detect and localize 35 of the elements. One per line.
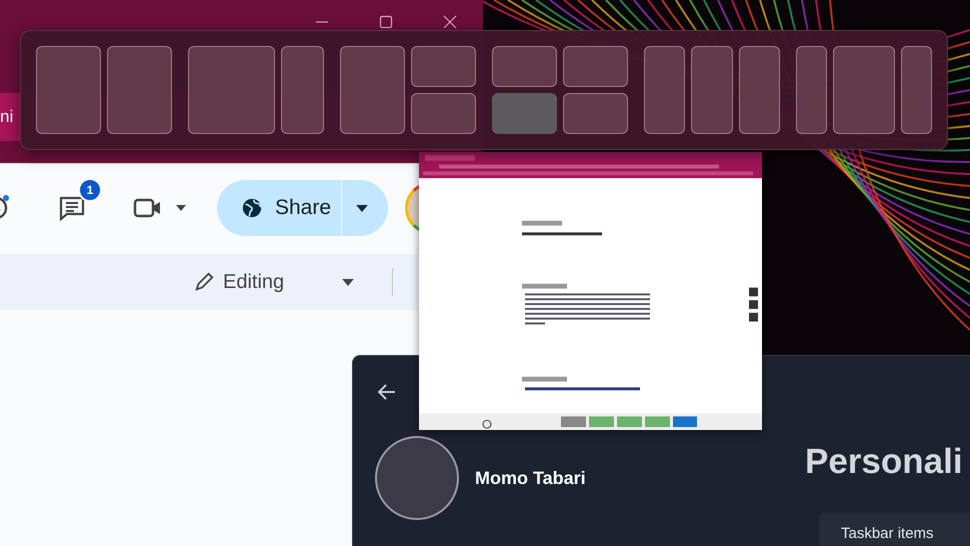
snap-zone[interactable] — [644, 46, 686, 134]
snap-zone[interactable] — [738, 46, 780, 134]
snap-zone[interactable] — [411, 46, 476, 87]
snap-zone[interactable] — [188, 46, 275, 134]
snap-zone[interactable] — [280, 46, 324, 134]
maximize-icon[interactable] — [379, 15, 393, 29]
snap-zone[interactable] — [563, 93, 628, 134]
snap-zone[interactable] — [796, 46, 827, 134]
snap-zone[interactable] — [36, 46, 101, 134]
page-title: Personali — [805, 442, 963, 482]
editing-mode-dropdown[interactable]: Editing — [223, 270, 354, 294]
comment-count-badge: 1 — [78, 178, 102, 202]
caret-icon — [356, 204, 368, 212]
globe-icon — [241, 197, 263, 219]
comment-icon[interactable] — [58, 194, 86, 222]
card-title: Taskbar items — [841, 525, 934, 542]
snap-zone[interactable] — [492, 46, 557, 87]
window-thumbnail-drawing[interactable] — [419, 152, 762, 430]
tab-title[interactable]: ni — [0, 107, 14, 127]
snap-zone[interactable] — [411, 93, 476, 134]
close-icon[interactable] — [443, 15, 457, 29]
back-arrow-icon[interactable] — [377, 382, 397, 402]
settings-card[interactable]: Taskbar items — [819, 513, 970, 546]
user-name: Momo Tabari — [475, 468, 586, 488]
snap-zone[interactable] — [691, 46, 733, 134]
caret-icon[interactable] — [176, 205, 186, 211]
video-camera-icon[interactable] — [133, 196, 163, 220]
snap-zone[interactable] — [563, 46, 628, 87]
snap-zone[interactable] — [833, 46, 895, 134]
snap-zone[interactable] — [107, 46, 172, 134]
pencil-icon — [193, 271, 215, 293]
caret-icon — [342, 278, 354, 286]
snap-zone[interactable] — [901, 46, 932, 134]
share-button[interactable]: Share — [217, 180, 342, 236]
snap-zone[interactable] — [340, 46, 405, 134]
